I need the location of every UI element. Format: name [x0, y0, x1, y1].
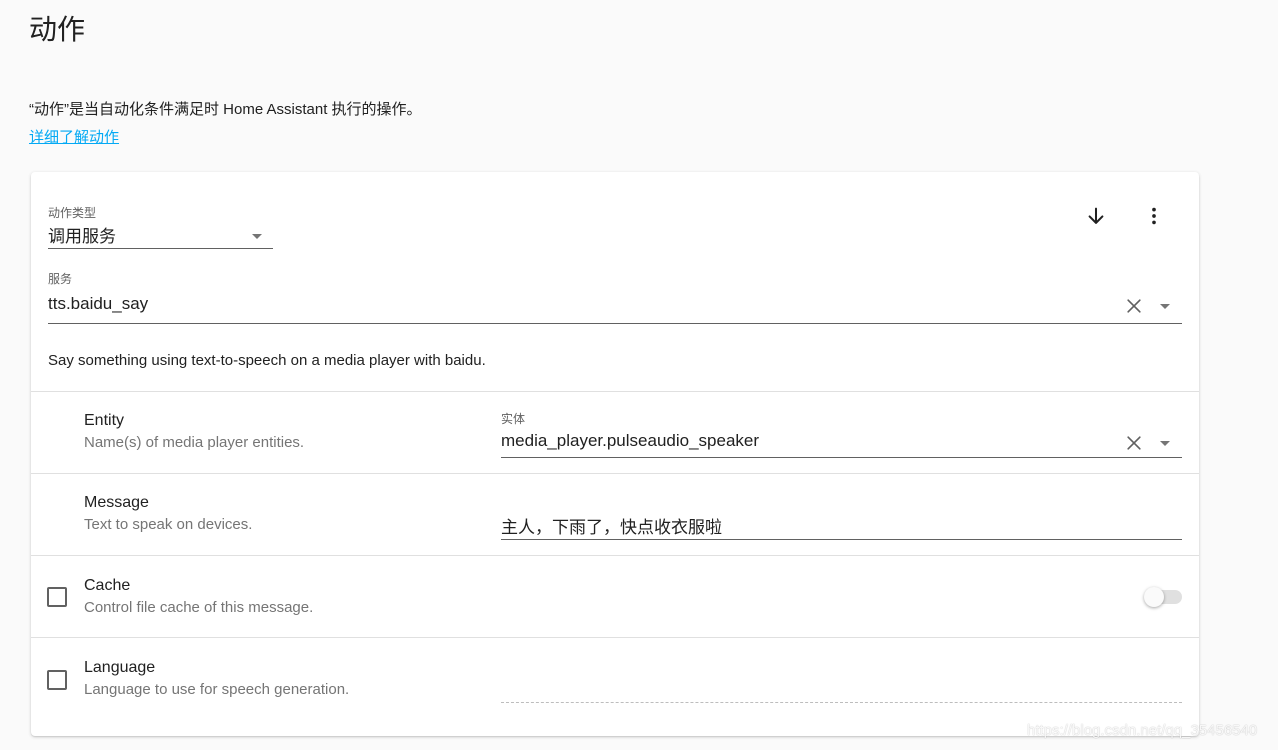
close-icon[interactable]	[1124, 433, 1144, 453]
learn-more-link[interactable]: 详细了解动作	[29, 126, 119, 147]
language-checkbox[interactable]	[47, 670, 67, 690]
move-down-button[interactable]	[1076, 196, 1116, 236]
action-type-select[interactable]: 调用服务	[48, 220, 273, 250]
entity-underline	[501, 457, 1182, 458]
overflow-menu-button[interactable]	[1134, 196, 1174, 236]
divider	[31, 637, 1199, 638]
close-icon[interactable]	[1124, 296, 1144, 316]
divider	[31, 555, 1199, 556]
action-type-underline	[48, 248, 273, 249]
cache-title: Cache	[84, 577, 131, 594]
chevron-down-icon	[252, 234, 262, 239]
action-type-label: 动作类型	[48, 206, 97, 220]
intro-text: “动作”是当自动化条件满足时 Home Assistant 执行的操作。	[29, 101, 422, 118]
entity-title: Entity	[84, 412, 125, 429]
entity-value: media_player.pulseaudio_speaker	[501, 431, 760, 450]
service-label: 服务	[48, 272, 73, 286]
chevron-down-icon[interactable]	[1160, 441, 1170, 446]
entity-input-label: 实体	[501, 412, 526, 426]
watermark: https://blog.csdn.net/qq_35456540	[1027, 722, 1258, 739]
more-vertical-icon	[1152, 207, 1156, 225]
language-description: Language to use for speech generation.	[84, 681, 350, 698]
action-card: 动作类型 调用服务 服务 tts.baidu_say Say something…	[31, 172, 1199, 736]
cache-toggle[interactable]	[1144, 587, 1182, 607]
divider	[31, 391, 1199, 392]
message-underline	[501, 539, 1182, 540]
service-input[interactable]: tts.baidu_say	[48, 290, 1182, 324]
entity-input[interactable]: media_player.pulseaudio_speaker	[501, 428, 1182, 458]
arrow-down-icon	[1088, 207, 1104, 224]
message-title: Message	[84, 494, 149, 511]
message-input[interactable]: 主人，下雨了，快点收衣服啦	[501, 510, 1182, 540]
service-underline	[48, 323, 1182, 324]
language-input[interactable]	[501, 672, 1182, 704]
message-value: 主人，下雨了，快点收衣服啦	[501, 518, 722, 537]
page-title: 动作	[29, 14, 86, 45]
entity-description: Name(s) of media player entities.	[84, 434, 305, 451]
service-description: Say something using text-to-speech on a …	[48, 352, 486, 369]
chevron-down-icon[interactable]	[1160, 304, 1170, 309]
language-underline	[501, 702, 1182, 703]
message-description: Text to speak on devices.	[84, 516, 253, 533]
divider	[31, 473, 1199, 474]
cache-description: Control file cache of this message.	[84, 599, 314, 616]
language-title: Language	[84, 659, 156, 676]
cache-checkbox[interactable]	[47, 587, 67, 607]
action-type-value: 调用服务	[48, 227, 116, 246]
toggle-thumb	[1144, 587, 1164, 607]
service-value: tts.baidu_say	[48, 294, 149, 313]
